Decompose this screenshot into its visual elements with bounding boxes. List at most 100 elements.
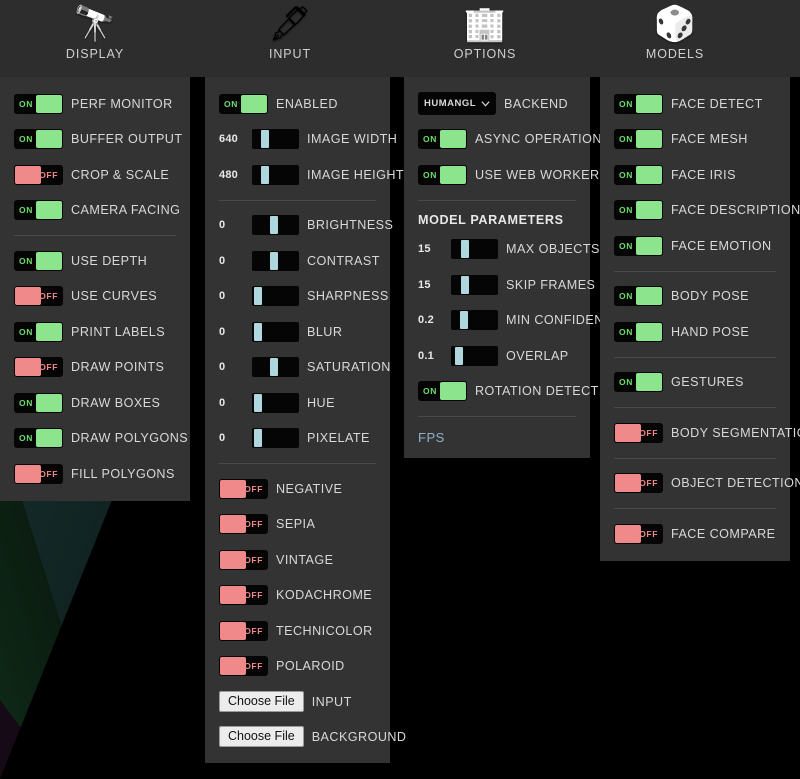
toggle-switch[interactable]: OFF xyxy=(219,514,268,535)
slider-value: 0 xyxy=(219,361,226,374)
toggle-switch[interactable]: ON xyxy=(14,321,63,342)
slider-track[interactable] xyxy=(252,392,299,413)
toggle-switch[interactable]: OFF xyxy=(14,286,63,307)
slider-track[interactable] xyxy=(252,357,299,378)
toggle-state-label: OFF xyxy=(639,478,658,489)
header-cell-input: 🖋 INPUT xyxy=(190,0,390,77)
toggle-knob xyxy=(636,130,662,149)
toggle-switch[interactable]: OFF xyxy=(219,656,268,677)
toggle-knob xyxy=(615,524,641,543)
slider-track[interactable] xyxy=(451,239,498,260)
control-label: BRIGHTNESS xyxy=(307,218,394,233)
slider-thumb[interactable] xyxy=(253,429,262,448)
toggle-knob xyxy=(15,358,41,377)
slider-thumb[interactable] xyxy=(270,251,279,270)
toggle-switch[interactable]: OFF xyxy=(14,463,63,484)
choose-file-button[interactable]: Choose File xyxy=(219,726,304,747)
fps-readout: FPS xyxy=(418,430,445,445)
slider-thumb[interactable] xyxy=(459,311,468,330)
toggle-switch[interactable]: ON xyxy=(14,200,63,221)
slider-track[interactable] xyxy=(252,215,299,236)
section-divider xyxy=(418,416,576,417)
control-row: ON BUFFER OUTPUT xyxy=(0,122,190,158)
control-label: SKIP FRAMES xyxy=(506,277,596,292)
column-title-models: MODELS xyxy=(645,47,705,61)
toggle-switch[interactable]: ON xyxy=(14,392,63,413)
choose-file-button[interactable]: Choose File xyxy=(219,691,304,712)
slider-thumb[interactable] xyxy=(270,358,279,377)
slider-track[interactable] xyxy=(252,129,299,150)
toggle-knob xyxy=(636,236,662,255)
toggle-switch[interactable]: ON xyxy=(418,381,467,402)
toggle-switch[interactable]: ON xyxy=(14,93,63,114)
toggle-switch[interactable]: OFF xyxy=(14,164,63,185)
control-row: ON PRINT LABELS xyxy=(0,314,190,350)
slider-track[interactable] xyxy=(252,428,299,449)
toggle-state-label: ON xyxy=(224,98,238,109)
toggle-switch[interactable]: OFF xyxy=(219,478,268,499)
toggle-switch[interactable]: ON xyxy=(614,93,663,114)
toggle-switch[interactable]: ON xyxy=(614,321,663,342)
slider-thumb[interactable] xyxy=(253,322,262,341)
toggle-switch[interactable]: ON xyxy=(614,200,663,221)
toggle-switch[interactable]: OFF xyxy=(614,523,663,544)
toggle-switch[interactable]: ON xyxy=(614,286,663,307)
slider-thumb[interactable] xyxy=(253,287,262,306)
toggle-switch[interactable]: ON xyxy=(14,428,63,449)
slider-track[interactable] xyxy=(451,274,498,295)
toggle-switch[interactable]: OFF xyxy=(14,357,63,378)
toggle-knob xyxy=(36,429,62,448)
toggle-switch[interactable]: OFF xyxy=(614,473,663,494)
slider-thumb[interactable] xyxy=(454,346,463,365)
slider-track[interactable] xyxy=(451,310,498,331)
toggle-knob xyxy=(36,94,62,113)
control-row: HUMANGL BACKEND xyxy=(404,86,590,122)
slider-thumb[interactable] xyxy=(260,165,269,184)
binoculars-icon: 🔭 xyxy=(73,5,117,43)
chevron-down-icon xyxy=(481,101,490,107)
slider-thumb[interactable] xyxy=(253,393,262,412)
control-row: ON PERF MONITOR xyxy=(0,86,190,122)
slider-track[interactable] xyxy=(451,345,498,366)
toggle-switch[interactable]: ON xyxy=(614,129,663,150)
header-cell-display: 🔭 DISPLAY xyxy=(0,0,190,77)
slider-thumb[interactable] xyxy=(460,275,469,294)
control-label: SATURATION xyxy=(307,360,391,375)
toggle-switch[interactable]: OFF xyxy=(219,620,268,641)
toggle-switch[interactable]: ON xyxy=(614,235,663,256)
column-title-display: DISPLAY xyxy=(65,47,125,61)
slider-track[interactable] xyxy=(252,286,299,307)
toggle-state-label: ON xyxy=(619,377,633,388)
control-row: 480 IMAGE HEIGHT xyxy=(205,157,404,193)
toggle-switch[interactable]: ON xyxy=(418,129,467,150)
backend-select[interactable]: HUMANGL xyxy=(418,92,496,116)
control-label: KODACHROME xyxy=(276,588,373,603)
control-row: 0 SHARPNESS xyxy=(205,279,390,315)
toggle-switch[interactable]: OFF xyxy=(219,585,268,606)
control-label: BUFFER OUTPUT xyxy=(71,132,183,147)
toggle-state-label: ON xyxy=(19,433,33,444)
toggle-switch[interactable]: ON xyxy=(614,372,663,393)
slider-thumb[interactable] xyxy=(460,240,469,259)
toggle-state-label: OFF xyxy=(244,483,263,494)
toggle-switch[interactable]: ON xyxy=(14,250,63,271)
control-label: FACE DESCRIPTION xyxy=(671,203,800,218)
toggle-state-label: ON xyxy=(423,134,437,145)
toggle-state-label: ON xyxy=(19,397,33,408)
toggle-switch[interactable]: ON xyxy=(219,93,268,114)
control-row: ON DRAW BOXES xyxy=(0,385,190,421)
toggle-switch[interactable]: ON xyxy=(614,164,663,185)
control-label: PRINT LABELS xyxy=(71,324,166,339)
toggle-switch[interactable]: OFF xyxy=(614,422,663,443)
slider-track[interactable] xyxy=(252,250,299,271)
control-label: ASYNC OPERATIONS xyxy=(475,132,611,147)
slider-track[interactable] xyxy=(252,164,299,185)
slider-value: 0.1 xyxy=(418,349,434,362)
toggle-switch[interactable]: ON xyxy=(418,164,467,185)
control-label: CROP & SCALE xyxy=(71,167,170,182)
slider-track[interactable] xyxy=(252,321,299,342)
slider-thumb[interactable] xyxy=(260,130,269,149)
slider-thumb[interactable] xyxy=(270,216,279,235)
toggle-switch[interactable]: OFF xyxy=(219,549,268,570)
toggle-switch[interactable]: ON xyxy=(14,129,63,150)
